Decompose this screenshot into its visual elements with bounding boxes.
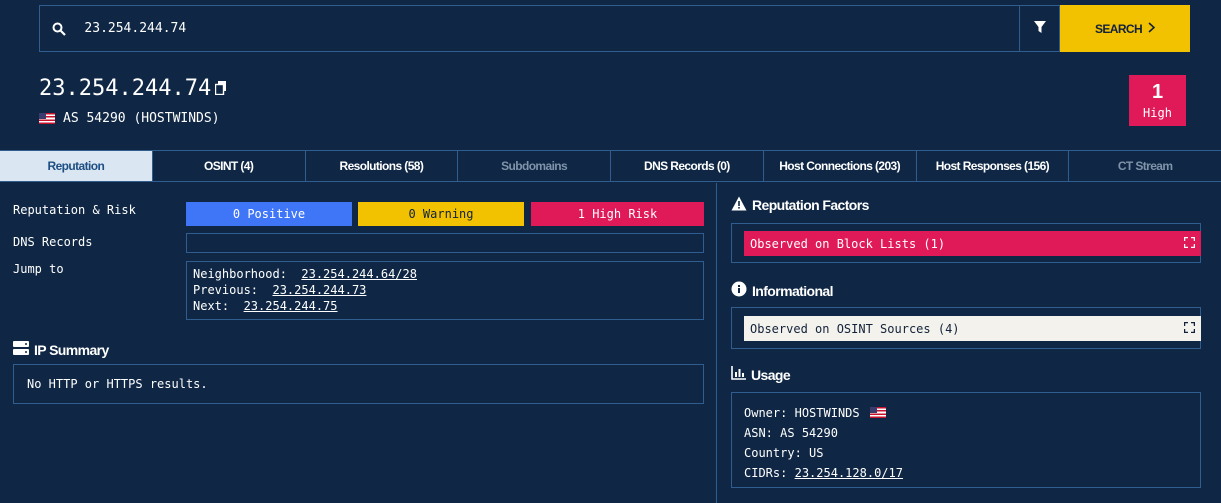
owner-label: Owner:: [744, 406, 788, 420]
tab-reputation[interactable]: Reputation: [0, 151, 153, 181]
page-title: 23.254.244.74: [39, 76, 227, 101]
risk-level: High: [1143, 105, 1172, 120]
details-panel: Reputation Factors Observed on Block Lis…: [717, 183, 1221, 503]
filter-button[interactable]: [1020, 5, 1060, 52]
country-label: Country:: [744, 446, 802, 460]
ip-summary-heading: IP Summary: [13, 341, 109, 358]
reputation-factors-heading: Reputation Factors: [731, 196, 869, 214]
search-icon: [40, 22, 78, 36]
dns-records-box: [186, 233, 704, 253]
cidrs-link[interactable]: 23.254.128.0/17: [795, 466, 903, 480]
high-risk-badge: 1 High Risk: [531, 202, 704, 226]
ip-summary-text: No HTTP or HTTPS results.: [27, 377, 208, 391]
expand-icon[interactable]: [1183, 321, 1196, 336]
server-icon: [13, 341, 29, 358]
tab-bar: Reputation OSINT (4) Resolutions (58) Su…: [0, 150, 1221, 182]
informational-title: Informational: [752, 282, 833, 299]
warning-icon: [731, 196, 747, 214]
tab-osint[interactable]: OSINT (4): [153, 151, 306, 181]
asn-label: ASN:: [744, 426, 773, 440]
neighborhood-link[interactable]: 23.254.244.64/28: [301, 267, 417, 281]
cidrs-label: CIDRs:: [744, 466, 788, 480]
next-label: Next:: [193, 299, 230, 313]
previous-label: Previous:: [193, 283, 259, 297]
tab-host-connections[interactable]: Host Connections (203): [764, 151, 917, 181]
positive-badge: 0 Positive: [186, 202, 352, 226]
chevron-right-icon: [1148, 21, 1156, 36]
info-icon: [731, 281, 747, 300]
osint-sources-text: Observed on OSINT Sources (4): [750, 321, 960, 336]
risk-badge: 1 High: [1129, 75, 1186, 126]
copy-icon[interactable]: [214, 76, 227, 101]
usage-title: Usage: [751, 366, 791, 383]
asn-row: ASN: AS 54290: [744, 423, 1188, 443]
search-bar: SEARCH: [39, 5, 1190, 52]
tab-dns-records[interactable]: DNS Records (0): [611, 151, 764, 181]
country-value: US: [809, 446, 824, 460]
dns-records-label: DNS Records: [13, 235, 93, 249]
asn-line: AS 54290 (HOSTWINDS): [39, 111, 220, 126]
ip-summary-title: IP Summary: [34, 341, 109, 358]
jump-to-box: Neighborhood: 23.254.244.64/28 Previous:…: [186, 261, 704, 320]
ip-address: 23.254.244.74: [39, 76, 212, 101]
usage-box: Owner: HOSTWINDS ASN: AS 54290 Country: …: [731, 392, 1201, 488]
filter-icon: [1033, 20, 1047, 37]
expand-icon[interactable]: [1183, 236, 1196, 251]
search-input[interactable]: [78, 21, 1019, 36]
cidrs-row: CIDRs: 23.254.128.0/17: [744, 463, 1188, 483]
owner-value: HOSTWINDS: [794, 406, 860, 420]
tab-ct-stream[interactable]: CT Stream: [1069, 151, 1221, 181]
block-lists-text: Observed on Block Lists (1): [750, 236, 946, 251]
next-link[interactable]: 23.254.244.75: [244, 299, 338, 313]
tab-resolutions[interactable]: Resolutions (58): [306, 151, 459, 181]
previous-link[interactable]: 23.254.244.73: [272, 283, 366, 297]
search-button-label: SEARCH: [1094, 21, 1143, 36]
warning-badge: 0 Warning: [358, 202, 524, 226]
country-row: Country: US: [744, 443, 1188, 463]
block-lists-factor[interactable]: Observed on Block Lists (1): [744, 231, 1201, 256]
asn-value: AS 54290: [780, 426, 838, 440]
reputation-factors-title: Reputation Factors: [752, 197, 869, 213]
jump-to-label: Jump to: [13, 262, 64, 276]
reputation-panel: Reputation & Risk 0 Positive 0 Warning 1…: [0, 183, 716, 503]
reputation-risk-label: Reputation & Risk: [13, 203, 136, 217]
usage-heading: Usage: [731, 366, 791, 383]
neighborhood-row: Neighborhood: 23.254.244.64/28: [193, 266, 697, 282]
ip-summary-box: No HTTP or HTTPS results.: [13, 364, 704, 404]
next-row: Next: 23.254.244.75: [193, 298, 697, 314]
us-flag-icon: [39, 113, 55, 124]
asn-text: AS 54290 (HOSTWINDS): [63, 111, 220, 126]
neighborhood-label: Neighborhood:: [193, 267, 287, 281]
bar-chart-icon: [731, 366, 746, 383]
owner-row: Owner: HOSTWINDS: [744, 403, 1188, 423]
previous-row: Previous: 23.254.244.73: [193, 282, 697, 298]
informational-heading: Informational: [731, 281, 833, 300]
search-box[interactable]: [39, 5, 1020, 52]
osint-sources-factor[interactable]: Observed on OSINT Sources (4): [744, 316, 1201, 341]
search-button[interactable]: SEARCH: [1060, 5, 1190, 52]
tab-host-responses[interactable]: Host Responses (156): [917, 151, 1070, 181]
risk-count: 1: [1151, 80, 1164, 103]
tab-subdomains[interactable]: Subdomains: [458, 151, 611, 181]
us-flag-icon: [869, 407, 886, 418]
